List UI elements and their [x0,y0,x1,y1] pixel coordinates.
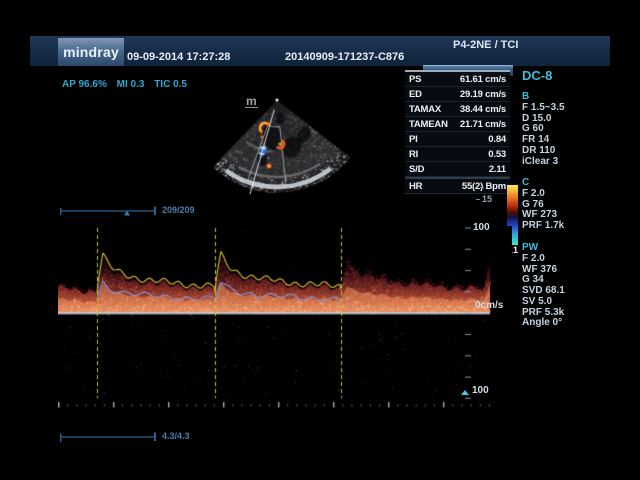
vendor-logo-text: mindray [63,44,119,60]
top-bar: mindray 09-09-2014 17:27:28 20140909-171… [30,36,610,66]
pw-param-group: PW F 2.0 WF 376 G 34 SVD 68.1 SV 5.0 PRF… [522,242,565,329]
depth-scale-tick [476,199,480,200]
depth-scale-tick [480,187,484,188]
bmode-sector-image [200,85,410,197]
acoustic-power: AP 96.6% [62,79,107,90]
system-name: DC-8 [522,68,552,83]
measurement-label: PS [409,74,421,85]
measurement-label: ED [409,89,422,100]
param-item: Angle 0° [522,318,565,329]
param-item: iClear 3 [522,157,565,168]
cine-frame-counter: 209/209 [162,205,195,215]
measurement-label: RI [409,149,418,160]
vendor-logo: mindray [58,38,124,66]
measurement-row: HR 55(2) Bpm [405,177,510,194]
measurement-label: PI [409,134,418,145]
measurement-row: TAMAX 38.44 cm/s [405,102,510,117]
bmode-param-group: B F 1.5~3.5 D 15.0 G 60 FR 14 DR 110 iCl… [522,91,565,167]
measurement-value: 61.61 cm/s [460,74,506,85]
mechanical-index: MI 0.3 [117,79,145,90]
spectral-doppler-display: 100 0cm/s 100 [58,226,512,412]
measurement-label: TAMAX [409,104,441,115]
measurement-row: TAMEAN 21.71 cm/s [405,117,510,132]
measurement-results-panel: PS 61.61 cm/s ED 29.19 cm/s TAMAX 38.44 cm/… [405,70,510,194]
velocity-axis-bottom-label: 100 [472,385,489,396]
measurement-label: HR [409,181,422,192]
measurement-label: TAMEAN [409,119,448,130]
param-item: PRF 1.7k [522,221,564,232]
velocity-axis-top-label: 100 [473,222,490,233]
param-item: SV 5.0 [522,297,565,308]
measurement-value: 38.44 cm/s [460,104,506,115]
color-param-group: C F 2.0 G 76 WF 273 PRF 1.7k [522,177,564,232]
measurement-row: S/D 2.11 [405,162,510,177]
datetime-text: 09-09-2014 17:27:28 [127,51,230,63]
measurement-value: 2.11 [489,164,506,175]
measurement-value: 21.71 cm/s [460,119,506,130]
probe-preset-tab[interactable]: P4-2NE / TCI [453,39,518,51]
measurement-value: 0.53 [488,149,506,160]
bmode-image-area [200,85,410,197]
measurement-row: ED 29.19 cm/s [405,87,510,102]
baseline-shift-marker-icon [461,390,469,395]
depth-scale-label: 15 [482,194,492,204]
acoustic-status-line: AP 96.6% MI 0.3 TIC 0.5 [62,79,194,90]
cine-scrubber[interactable] [60,205,158,217]
measurement-value: 0.84 [488,134,506,145]
sweep-time-counter: 4.3/4.3 [162,431,190,441]
measurement-row: PS 61.61 cm/s [405,72,510,87]
param-item: DR 110 [522,146,565,157]
velocity-axis-baseline-label: 0cm/s [475,300,503,311]
exam-id-text: 20140909-171237-C876 [285,51,404,63]
measurement-row: PI 0.84 [405,132,510,147]
measurement-value: 55(2) Bpm [462,181,506,192]
measurement-value: 29.19 cm/s [460,89,506,100]
measurement-label: S/D [409,164,424,175]
sweep-scrubber[interactable] [60,431,158,443]
measurement-row: RI 0.53 [405,147,510,162]
thermal-index: TIC 0.5 [154,79,187,90]
doppler-spectrum-canvas [58,226,512,412]
orientation-watermark: m [245,95,258,108]
ultrasound-screen: mindray 09-09-2014 17:27:28 20140909-171… [0,0,640,480]
